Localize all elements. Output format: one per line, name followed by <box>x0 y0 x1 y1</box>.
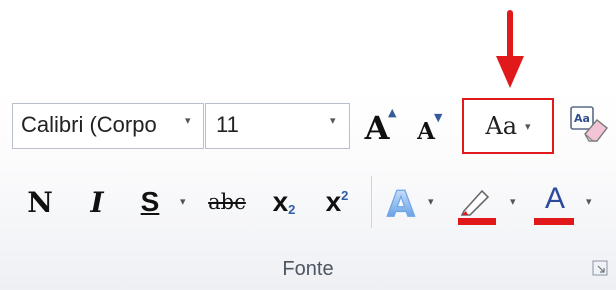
change-case-button[interactable]: Aa ▾ <box>462 98 554 154</box>
annotation-arrow-shaft <box>507 10 513 62</box>
svg-text:A: A <box>387 184 415 224</box>
subscript-mark: 2 <box>288 201 296 217</box>
strikethrough-icon: abc <box>208 190 246 214</box>
superscript-button[interactable]: x 2 <box>316 182 358 222</box>
group-label-fonte: Fonte <box>282 258 334 280</box>
divider <box>371 176 372 228</box>
underline-button[interactable]: S <box>134 182 166 222</box>
strikethrough-button[interactable]: abc <box>206 182 248 222</box>
chevron-down-icon[interactable]: ▾ <box>586 195 592 208</box>
chevron-down-icon[interactable]: ▾ <box>185 114 191 127</box>
superscript-mark: 2 <box>341 187 349 203</box>
subscript-icon: x <box>272 186 289 217</box>
shrink-font-button[interactable]: A ▼ <box>410 111 443 149</box>
font-name-value[interactable]: Calibri (Corpo <box>21 112 177 138</box>
font-color-icon: A <box>544 182 565 215</box>
caret-down-icon: ▼ <box>434 111 443 124</box>
font-color-button[interactable]: A <box>532 180 578 226</box>
annotation-arrow-head <box>496 56 524 88</box>
eraser-icon: Aa <box>570 106 608 142</box>
subscript-button[interactable]: x 2 <box>264 182 304 222</box>
highlight-color-button[interactable] <box>454 180 500 226</box>
chevron-down-icon[interactable]: ▾ <box>330 114 336 127</box>
text-effects-button[interactable]: A <box>384 180 424 224</box>
chevron-down-icon[interactable]: ▾ <box>525 120 531 133</box>
highlight-color-swatch <box>458 218 496 225</box>
chevron-down-icon[interactable]: ▾ <box>428 195 434 208</box>
italic-button[interactable]: I <box>78 182 116 222</box>
italic-icon: I <box>90 185 104 219</box>
dialog-launcher-icon[interactable] <box>592 260 608 276</box>
highlighter-icon <box>460 189 490 216</box>
chevron-down-icon[interactable]: ▾ <box>510 195 516 208</box>
font-size-value[interactable]: 11 <box>216 112 239 138</box>
text-effects-icon: A <box>386 183 415 224</box>
font-name-combobox[interactable]: Calibri (Corpo ▾ <box>12 103 204 149</box>
bold-button[interactable]: N <box>20 182 60 222</box>
shrink-font-icon: A <box>417 117 435 145</box>
caret-up-icon: ▲ <box>388 106 397 119</box>
grow-font-button[interactable]: A ▲ <box>358 106 397 148</box>
svg-text:Aa: Aa <box>574 112 590 125</box>
superscript-icon: x <box>325 186 342 217</box>
font-size-combobox[interactable]: 11 ▾ <box>205 103 350 149</box>
font-color-swatch <box>534 218 574 225</box>
chevron-down-icon[interactable]: ▾ <box>180 195 186 208</box>
underline-icon: S <box>140 186 160 217</box>
change-case-icon: Aa <box>485 112 518 140</box>
grow-font-icon: A <box>364 109 390 147</box>
clear-formatting-button[interactable]: Aa <box>566 103 612 147</box>
bold-icon: N <box>27 185 53 219</box>
